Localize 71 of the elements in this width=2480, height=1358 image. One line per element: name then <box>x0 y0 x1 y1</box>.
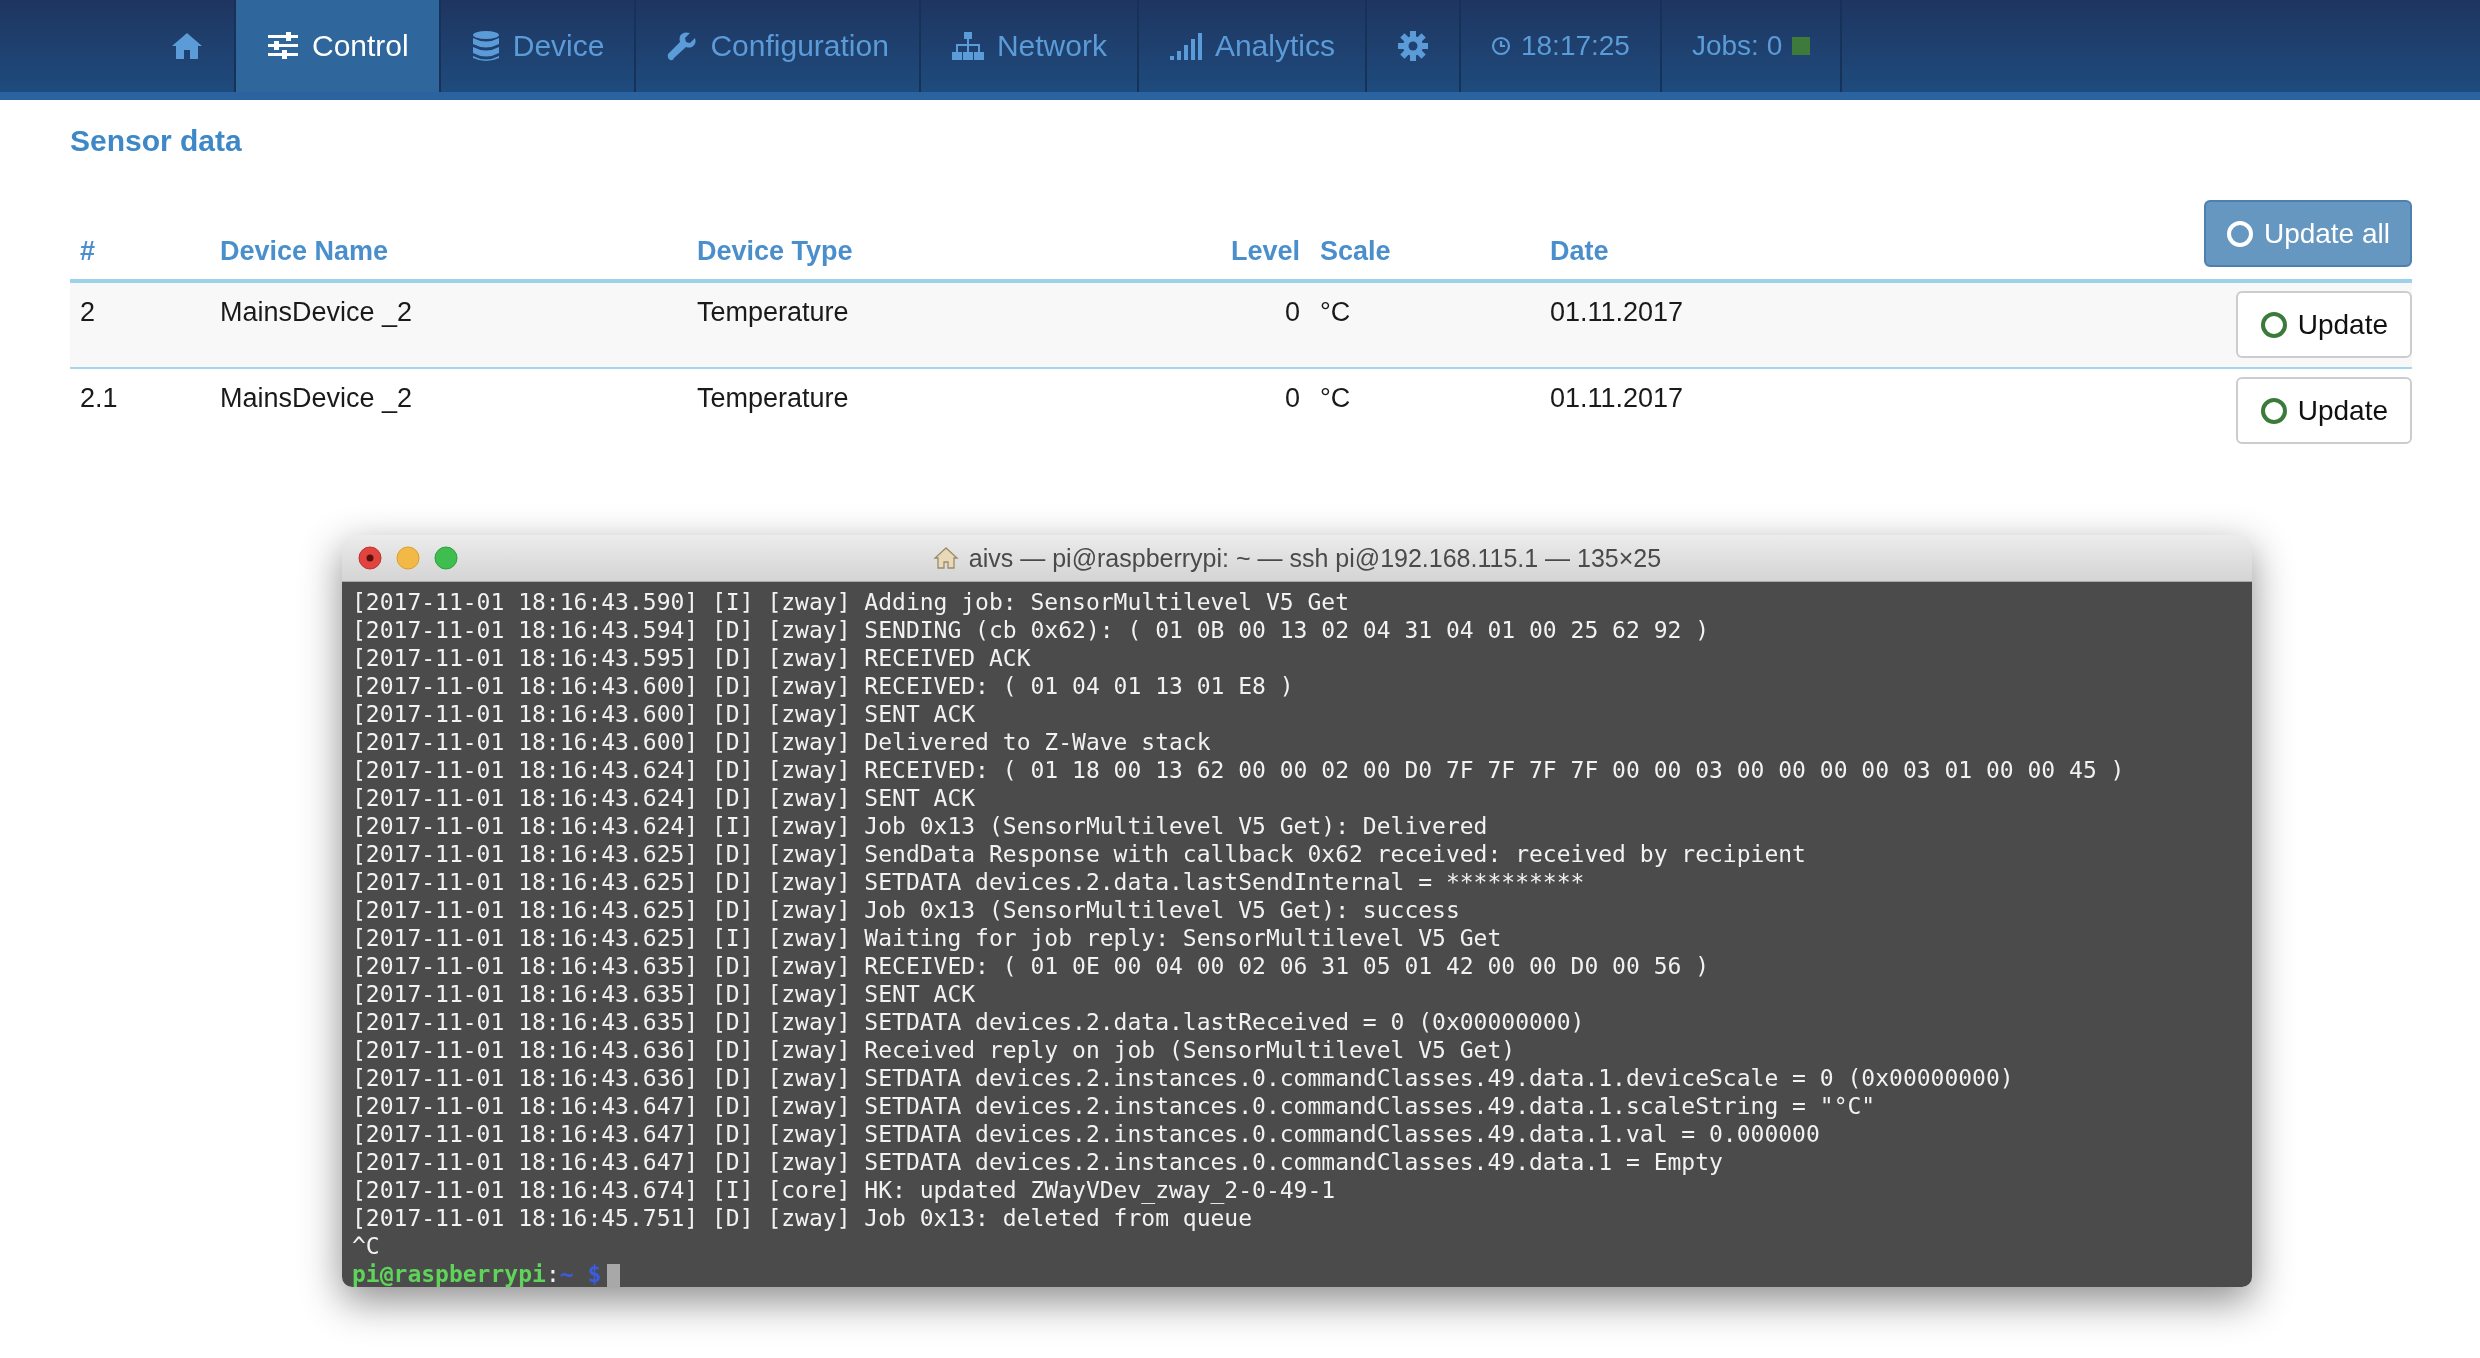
table-cell-text: 2.1 <box>79 382 119 414</box>
log-line: [2017-11-01 18:16:43.635] [D] [zway] RECEIVED: ( 01 0E 00 04 00 02 06 31 05 01 42 00 00 D0 00 56 ) <box>352 952 1710 980</box>
log-line: [2017-11-01 18:16:43.635] [D] [zway] SENT ACK <box>352 980 976 1008</box>
cursor <box>607 1263 621 1287</box>
table-cell-text: 0 <box>1283 382 1301 414</box>
section-title: Sensor data <box>70 123 243 159</box>
log-line: [2017-11-01 18:16:43.636] [D] [zway] Received reply on job (SensorMultilevel V5 Get) <box>352 1036 1516 1064</box>
update-all-button[interactable]: Update all <box>2203 200 2412 267</box>
table-cell-text: 01.11.2017 <box>1549 296 1685 328</box>
log-line: [2017-11-01 18:16:43.590] [I] [zway] Adding job: SensorMultilevel V5 Get <box>352 588 1349 616</box>
nav-tab[interactable]: Control <box>236 0 441 92</box>
log-line: [2017-11-01 18:16:43.624] [D] [zway] RECEIVED: ( 01 18 00 13 62 00 00 02 00 D0 7F 7F 7F 7F 00 00 03 00 00 00 00 03 01 00 00 45 ) <box>352 756 2125 784</box>
sliders-icon <box>266 31 300 61</box>
log-line: [2017-11-01 18:16:43.624] [I] [zway] Job 0x13 (SensorMultilevel V5 Get): Delivered <box>352 812 1488 840</box>
home-icon <box>170 31 204 61</box>
database-icon <box>470 30 501 62</box>
log-line: [2017-11-01 18:16:43.625] [I] [zway] Waiting for job reply: SensorMultilevel V5 Get <box>352 924 1502 952</box>
log-line: [2017-11-01 18:16:43.600] [D] [zway] SENT ACK <box>352 700 976 728</box>
log-line: [2017-11-01 18:16:43.674] [I] [core] HK: updated ZWayVDev_zway_2-0-49-1 <box>352 1176 1336 1204</box>
circle-icon <box>2259 310 2288 339</box>
log-line: [2017-11-01 18:16:43.600] [D] [zway] RECEIVED: ( 01 04 01 13 01 E8 ) <box>352 672 1294 700</box>
log-line: [2017-11-01 18:16:43.625] [D] [zway] SETDATA devices.2.data.lastSendInternal = ********** <box>352 868 1585 896</box>
log-line: [2017-11-01 18:16:43.624] [D] [zway] SENT ACK <box>352 784 976 812</box>
jobs-count: Jobs: 0 <box>1691 30 1783 62</box>
shell-prompt: pi@raspberrypi:~ $ <box>352 1260 602 1287</box>
status-square-icon <box>1792 37 1811 55</box>
nav-tab[interactable]: Analytics <box>1138 0 1367 92</box>
table-cell-text: MainsDevice _2 <box>219 296 414 328</box>
table-cell-text: MainsDevice _2 <box>219 382 414 414</box>
log-line: [2017-11-01 18:16:43.625] [D] [zway] Job 0x13 (SensorMultilevel V5 Get): success <box>352 896 1460 924</box>
column-header: Scale <box>1319 236 1392 267</box>
update-button[interactable]: Update <box>2235 377 2412 444</box>
log-line: ^C <box>352 1232 380 1260</box>
log-line: [2017-11-01 18:16:43.594] [D] [zway] SENDING (cb 0x62): ( 01 0B 00 13 02 04 31 04 01 00 25 62 92 ) <box>352 616 1710 644</box>
clock-time: 18:17:25 <box>1520 30 1630 62</box>
log-line: [2017-11-01 18:16:45.751] [D] [zway] Job 0x13: deleted from queue <box>352 1204 1253 1232</box>
table-cell-text: Temperature <box>696 296 850 328</box>
log-line: [2017-11-01 18:16:43.647] [D] [zway] SETDATA devices.2.instances.0.commandClasses.49.data.1.scaleString = "°C" <box>352 1092 1876 1120</box>
clock-icon <box>1490 36 1511 56</box>
log-line: [2017-11-01 18:16:43.647] [D] [zway] SETDATA devices.2.instances.0.commandClasses.49.data.1 = Empty <box>352 1148 1723 1176</box>
table-cell-text: °C <box>1319 296 1352 328</box>
table-cell-text: Temperature <box>696 382 850 414</box>
settings-icon <box>1396 30 1429 62</box>
column-header: Device Type <box>696 236 854 267</box>
close-icon <box>358 546 382 570</box>
nav-tab[interactable]: Device <box>440 0 637 92</box>
nav-tab[interactable]: Network <box>920 0 1139 92</box>
log-line: [2017-11-01 18:16:43.600] [D] [zway] Delivered to Z-Wave stack <box>352 728 1211 756</box>
update-button[interactable]: Update <box>2235 291 2412 358</box>
house-icon <box>932 546 959 570</box>
table-cell-text: 01.11.2017 <box>1549 382 1685 414</box>
circle-icon <box>2225 219 2254 248</box>
maximize-icon <box>434 546 458 570</box>
circle-icon <box>2259 396 2288 425</box>
log-line: [2017-11-01 18:16:43.647] [D] [zway] SETDATA devices.2.instances.0.commandClasses.49.data.1.val = 0.000000 <box>352 1120 1820 1148</box>
window-title: aivs — pi@raspberrypi: ~ — ssh pi@192.168.115.1 — 135×25 <box>968 543 1662 573</box>
column-header: Device Name <box>219 236 390 267</box>
minimize-icon <box>396 546 420 570</box>
log-line: [2017-11-01 18:16:43.595] [D] [zway] RECEIVED ACK <box>352 644 1031 672</box>
column-header: Level <box>1229 236 1301 267</box>
log-line: [2017-11-01 18:16:43.636] [D] [zway] SETDATA devices.2.instances.0.commandClasses.49.data.1.deviceScale = 0 (0x00000000) <box>352 1064 2014 1092</box>
nav-tab[interactable]: Configuration <box>636 0 921 92</box>
sitemap-icon <box>950 31 985 61</box>
column-header: Date <box>1549 236 1610 267</box>
column-header: # <box>79 236 97 267</box>
table-cell-text: 0 <box>1283 296 1301 328</box>
table-cell-text: 2 <box>79 296 97 328</box>
signal-bars-icon <box>1168 31 1203 61</box>
log-line: [2017-11-01 18:16:43.635] [D] [zway] SETDATA devices.2.data.lastReceived = 0 (0x00000000) <box>352 1008 1585 1036</box>
log-line: [2017-11-01 18:16:43.625] [D] [zway] SendData Response with callback 0x62 received: received by recipient <box>352 840 1806 868</box>
table-cell-text: °C <box>1319 382 1352 414</box>
